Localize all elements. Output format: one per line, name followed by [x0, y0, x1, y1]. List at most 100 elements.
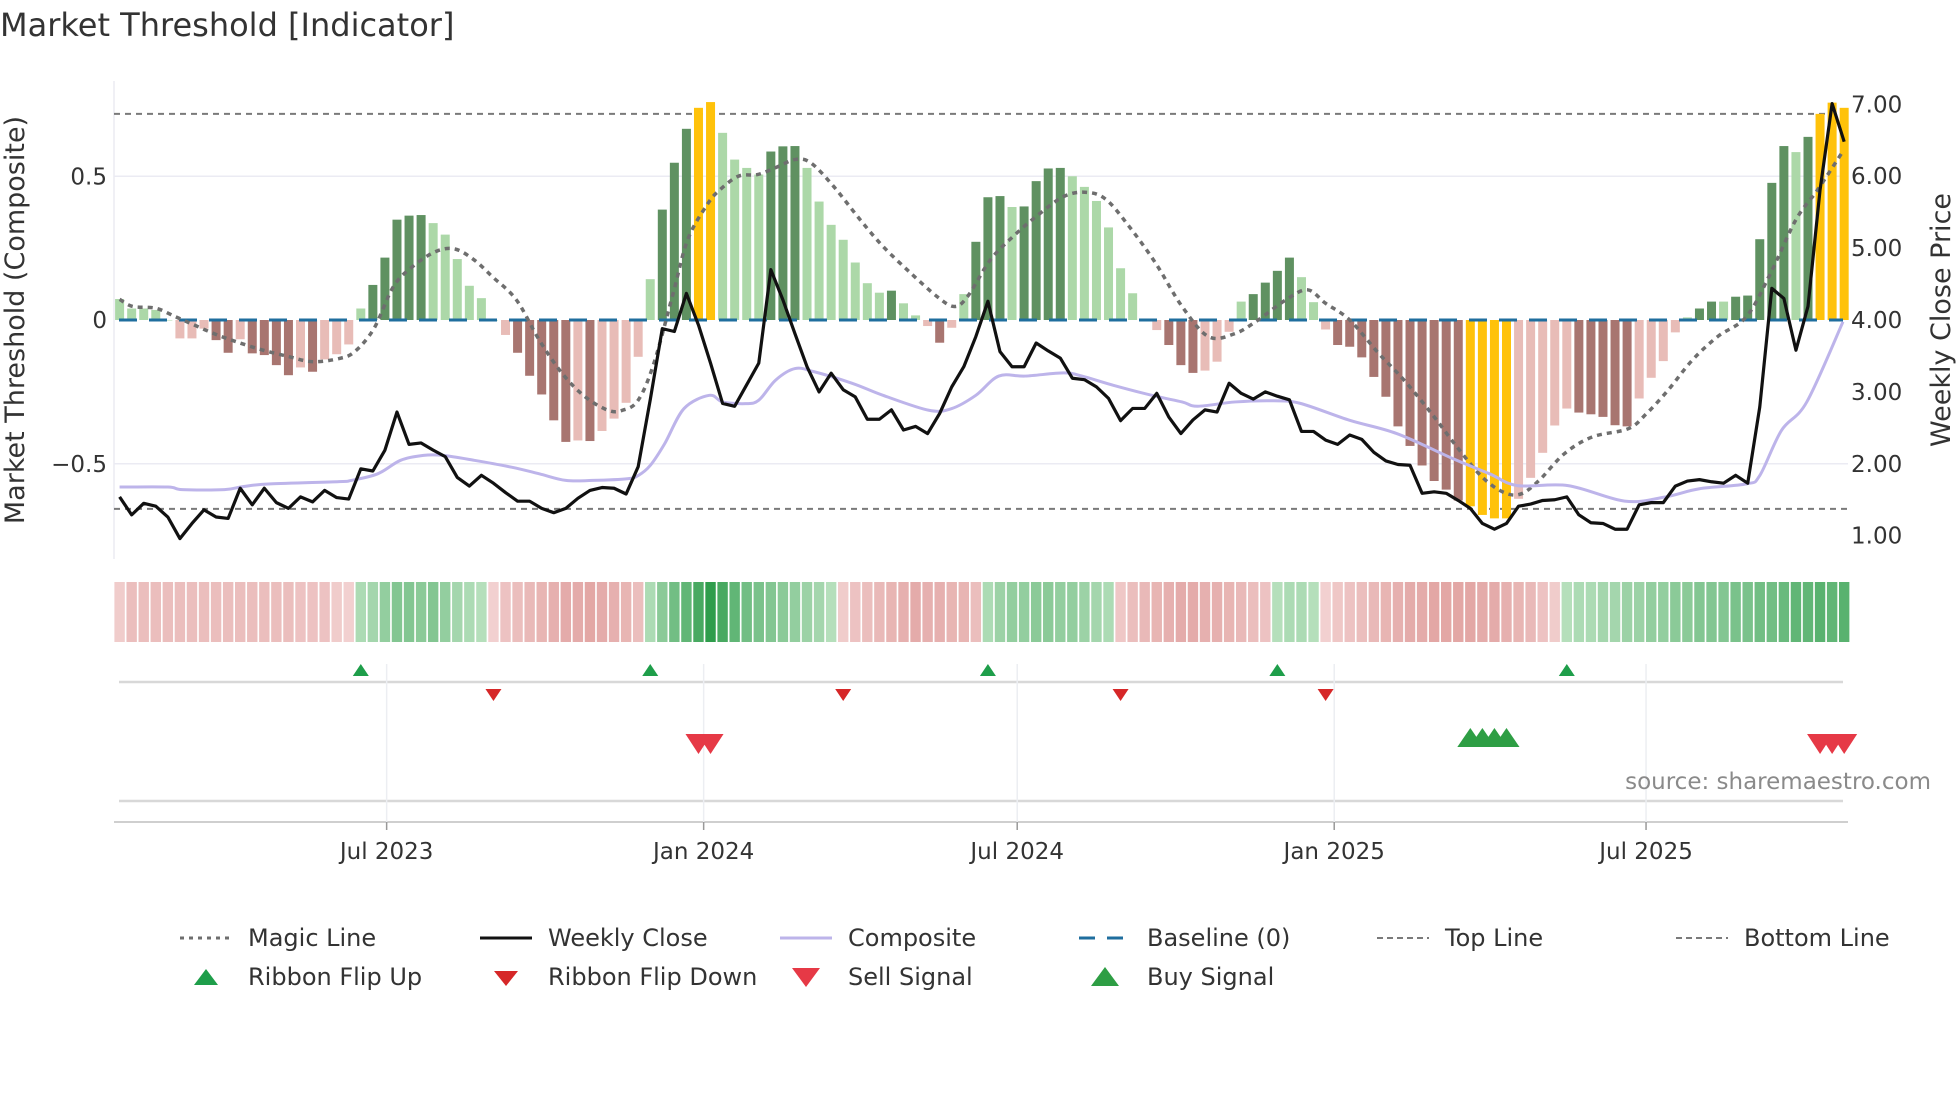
- ribbon-cell: [524, 582, 535, 642]
- y-axis-label: Market Threshold (Composite): [0, 116, 31, 524]
- threshold-bar: [1272, 270, 1282, 320]
- ribbon-cell: [222, 582, 234, 642]
- threshold-bar: [1453, 320, 1463, 501]
- y2-tick-label: 4.00: [1851, 308, 1902, 334]
- ribbon-cell: [1742, 582, 1753, 642]
- threshold-bar: [862, 283, 872, 320]
- y-tick-label: 0: [92, 308, 107, 334]
- threshold-bar: [718, 132, 728, 320]
- ribbon-cell: [632, 582, 644, 642]
- ribbon-cell: [126, 582, 137, 642]
- ribbon-cell: [210, 582, 222, 642]
- threshold-bar: [344, 320, 354, 345]
- legend-bottom-line[interactable]: Bottom Line: [1674, 924, 1890, 952]
- ribbon-cell: [1621, 582, 1633, 642]
- legend-top-line[interactable]: Top Line: [1375, 924, 1543, 952]
- ribbon-cell: [488, 582, 499, 642]
- ribbon-cell: [1199, 582, 1211, 642]
- threshold-bar: [175, 320, 185, 339]
- ribbon-cell: [825, 582, 837, 642]
- ribbon-cell: [1211, 582, 1223, 642]
- x-tick-label: Jan 2024: [651, 839, 754, 865]
- legend-label: Composite: [848, 924, 977, 952]
- ribbon-cell: [1223, 582, 1235, 642]
- threshold-bar: [1236, 301, 1246, 320]
- ribbon-cell: [1127, 582, 1138, 642]
- solid-line-icon: [780, 936, 832, 940]
- ribbon-cell: [1441, 582, 1452, 642]
- threshold-bar: [838, 239, 848, 320]
- legend-sell-signal[interactable]: Sell Signal: [778, 963, 973, 991]
- threshold-bar: [283, 320, 293, 376]
- legend-ribbon-flip-down[interactable]: Ribbon Flip Down: [478, 963, 757, 991]
- threshold-bar: [633, 320, 643, 357]
- threshold-bar: [368, 284, 378, 320]
- threshold-bar: [1502, 320, 1511, 519]
- ribbon-cell: [1368, 582, 1380, 642]
- threshold-bar: [814, 201, 824, 320]
- threshold-bar: [464, 285, 474, 320]
- legend-magic-line[interactable]: Magic Line: [178, 924, 376, 952]
- ribbon-cell: [1284, 582, 1295, 642]
- ribbon-cell: [1187, 582, 1199, 642]
- ribbon-cell: [850, 582, 861, 642]
- threshold-bar: [1465, 320, 1475, 507]
- ribbon-flip-up-marker: [1269, 664, 1286, 676]
- ribbon-cell: [693, 582, 704, 642]
- ribbon-cell: [1730, 582, 1741, 642]
- ribbon-cell: [1332, 582, 1343, 642]
- threshold-bar: [356, 308, 366, 320]
- legend-composite[interactable]: Composite: [778, 924, 976, 952]
- threshold-bar: [947, 320, 957, 328]
- threshold-bar: [1731, 296, 1741, 320]
- legend-baseline[interactable]: Baseline (0): [1077, 924, 1290, 952]
- y2-tick-label: 2.00: [1851, 452, 1902, 478]
- threshold-bar: [1007, 207, 1017, 320]
- threshold-bar: [1224, 320, 1234, 332]
- threshold-bar: [1405, 320, 1415, 446]
- ribbon-cell: [1658, 582, 1669, 642]
- threshold-bar: [899, 303, 908, 320]
- threshold-bar: [1079, 186, 1089, 320]
- legend-label: Buy Signal: [1147, 963, 1275, 991]
- legend-weekly-close[interactable]: Weekly Close: [478, 924, 708, 952]
- ribbon-cell: [838, 582, 849, 642]
- threshold-bar: [332, 320, 342, 355]
- x-tick-label: Jul 2025: [1597, 839, 1693, 865]
- threshold-bar: [1694, 308, 1704, 320]
- threshold-bar: [669, 162, 679, 320]
- ribbon-cell: [1609, 582, 1621, 642]
- threshold-bar: [1031, 181, 1041, 320]
- threshold-bar: [561, 320, 571, 442]
- threshold-bar: [609, 320, 619, 419]
- grid-layer: [113, 81, 1848, 823]
- ribbon-cell: [1272, 582, 1283, 642]
- ribbon-cell: [1561, 582, 1572, 642]
- threshold-bar: [1345, 320, 1355, 347]
- ribbon-cell: [1067, 582, 1078, 642]
- threshold-bar: [320, 320, 330, 360]
- ribbon-cell: [247, 582, 258, 642]
- ribbon-cell: [1754, 582, 1765, 642]
- threshold-bar: [235, 320, 245, 340]
- ribbon-cell: [1344, 582, 1355, 642]
- threshold-bar: [199, 320, 209, 329]
- threshold-bar: [416, 215, 426, 320]
- threshold-bar: [428, 223, 438, 320]
- ribbon-cell: [1646, 582, 1657, 642]
- ribbon-cell: [319, 582, 330, 642]
- ribbon-cell: [669, 582, 680, 642]
- ribbon-cell: [946, 582, 957, 642]
- threshold-bar: [392, 219, 402, 320]
- ribbon-cell: [500, 582, 511, 642]
- ribbon-cell: [1139, 582, 1150, 642]
- legend-buy-signal[interactable]: Buy Signal: [1077, 963, 1274, 991]
- ribbon-cell: [235, 582, 246, 642]
- threshold-bar: [1791, 152, 1801, 320]
- legend-ribbon-flip-up[interactable]: Ribbon Flip Up: [178, 963, 422, 991]
- ribbon-cell: [427, 582, 439, 642]
- composite-line: [119, 321, 1845, 504]
- ribbon-cell: [1018, 582, 1030, 642]
- ribbon-cell: [307, 582, 318, 642]
- ribbon-cell: [1079, 582, 1090, 642]
